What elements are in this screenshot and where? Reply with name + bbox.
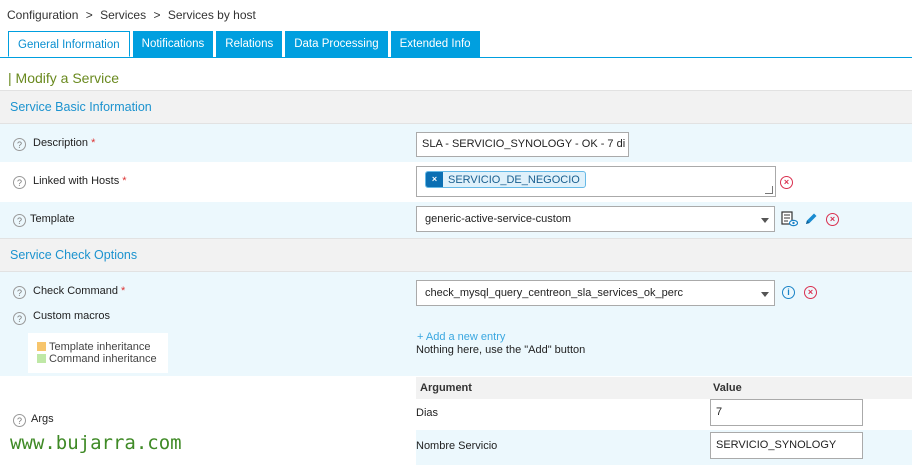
linked-hosts-multiselect[interactable]: × SERVICIO_DE_NEGOCIO xyxy=(416,166,776,197)
legend-swatch-template xyxy=(37,342,46,351)
template-select-value: generic-active-service-custom xyxy=(425,213,572,225)
required-marker: * xyxy=(91,137,96,149)
description-label: Description * xyxy=(33,137,95,149)
arg-name: Nombre Servicio xyxy=(416,440,498,452)
breadcrumb-configuration[interactable]: Configuration xyxy=(7,8,78,22)
required-marker: * xyxy=(122,175,127,187)
section-title-check: Service Check Options xyxy=(10,248,138,262)
check-command-label: Check Command * xyxy=(33,285,125,297)
tab-divider xyxy=(0,57,912,58)
required-marker: * xyxy=(121,285,126,297)
args-header-argument: Argument xyxy=(420,382,472,394)
help-icon[interactable]: ? xyxy=(13,214,26,227)
arg-value-input[interactable]: SERVICIO_SYNOLOGY xyxy=(710,432,863,459)
linked-hosts-label-text: Linked with Hosts xyxy=(33,175,120,187)
resize-handle-icon[interactable] xyxy=(765,186,773,194)
section-header-check: Service Check Options xyxy=(0,238,912,272)
help-icon[interactable]: ? xyxy=(13,138,26,151)
breadcrumb-separator: > xyxy=(153,8,161,22)
linked-hosts-label: Linked with Hosts * xyxy=(33,175,127,187)
tab-bar: General Information Notifications Relati… xyxy=(8,31,483,57)
template-select[interactable]: generic-active-service-custom xyxy=(416,206,775,232)
help-icon[interactable]: ? xyxy=(13,286,26,299)
args-table-header: Argument Value xyxy=(416,377,912,399)
clear-template-icon[interactable]: × xyxy=(826,213,839,226)
host-tag: × SERVICIO_DE_NEGOCIO xyxy=(425,171,586,188)
breadcrumb-separator: > xyxy=(85,8,93,22)
macro-legend: Template inheritance Command inheritance xyxy=(28,333,168,373)
page-title: | Modify a Service xyxy=(8,70,120,86)
check-command-label-text: Check Command xyxy=(33,285,118,297)
arg-value-input[interactable]: 7 xyxy=(710,399,863,426)
add-entry-link[interactable]: + Add a new entry xyxy=(417,331,505,343)
section-header-basic: Service Basic Information xyxy=(0,90,912,124)
clear-command-icon[interactable]: × xyxy=(804,286,817,299)
chevron-down-icon xyxy=(761,292,769,297)
description-label-text: Description xyxy=(33,137,89,149)
args-header-value: Value xyxy=(713,382,742,394)
legend-template-label: Template inheritance xyxy=(49,341,151,353)
breadcrumb: Configuration > Services > Services by h… xyxy=(7,8,260,22)
tab-relations[interactable]: Relations xyxy=(216,31,283,57)
legend-swatch-command xyxy=(37,354,46,363)
legend-template: Template inheritance xyxy=(37,341,151,353)
check-command-select[interactable]: check_mysql_query_centreon_sla_services_… xyxy=(416,280,775,306)
remove-tag-icon[interactable]: × xyxy=(426,172,443,187)
tab-extended-info[interactable]: Extended Info xyxy=(390,31,480,57)
help-icon[interactable]: ? xyxy=(13,312,26,325)
tab-data-processing[interactable]: Data Processing xyxy=(285,31,388,57)
breadcrumb-services[interactable]: Services xyxy=(100,8,146,22)
tab-general-information[interactable]: General Information xyxy=(8,31,130,57)
help-icon[interactable]: ? xyxy=(13,176,26,189)
check-command-select-value: check_mysql_query_centreon_sla_services_… xyxy=(425,287,684,299)
legend-command-label: Command inheritance xyxy=(49,353,157,365)
chevron-down-icon xyxy=(761,218,769,223)
arg-name: Dias xyxy=(416,407,439,419)
watermark: www.bujarra.com xyxy=(10,432,182,454)
custom-macros-label: Custom macros xyxy=(33,310,111,322)
info-icon[interactable]: i xyxy=(782,286,795,299)
template-label: Template xyxy=(30,213,75,225)
section-title-basic: Service Basic Information xyxy=(10,100,152,114)
legend-command: Command inheritance xyxy=(37,353,157,365)
breadcrumb-services-by-host[interactable]: Services by host xyxy=(168,8,256,22)
template-detail-icon[interactable] xyxy=(781,211,798,227)
tab-notifications[interactable]: Notifications xyxy=(132,31,214,57)
host-tag-label: SERVICIO_DE_NEGOCIO xyxy=(448,173,580,186)
help-icon[interactable]: ? xyxy=(13,414,26,427)
description-input[interactable]: SLA - SERVICIO_SYNOLOGY - OK - 7 di xyxy=(416,132,629,157)
macros-empty-message: Nothing here, use the "Add" button xyxy=(416,344,586,356)
clear-hosts-icon[interactable]: × xyxy=(780,176,793,189)
args-label: Args xyxy=(31,413,54,425)
edit-pencil-icon[interactable] xyxy=(804,212,818,226)
